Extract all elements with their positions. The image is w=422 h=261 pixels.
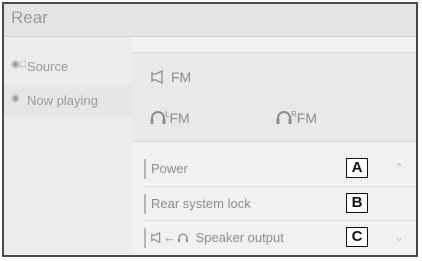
row-divider [144,159,146,179]
power-setting[interactable]: Power A ⌃ [132,152,416,186]
rear-system-lock-setting[interactable]: Rear system lock B [132,187,416,221]
sidebar-item-label: Source [27,59,69,74]
now-playing-panel: FM LFM RFM [132,52,416,142]
scroll-down-icon[interactable]: ⌄ [394,230,404,244]
scroll-up-icon[interactable]: ⌃ [394,161,404,175]
sidebar-item-source[interactable]: ◉□ Source [4,51,132,83]
sidebar: ◉□ Source ◉ Now playing [4,37,134,255]
callout-a: A [346,158,368,178]
headphone-right-label: FM [296,110,317,126]
headphone-icon [178,233,188,243]
play-icon: ◉ [11,93,20,104]
speaker-source-label: FM [171,69,192,85]
headphone-right-source: RFM [275,109,317,126]
speaker-output-row: ← Speaker output [151,230,284,245]
power-label: Power [151,161,188,176]
speaker-source: FM [151,69,191,85]
callout-b: B [346,193,368,213]
speaker-output-setting[interactable]: ← Speaker output C ⌄ [132,221,416,255]
rear-system-lock-label: Rear system lock [151,196,251,211]
row-divider [144,228,146,248]
source-icon: ◉□ [11,59,26,70]
title-bar: Rear [4,4,416,37]
headphone-left-source: LFM [149,109,190,126]
page-title: Rear [11,8,48,27]
speaker-output-label: Speaker output [195,230,284,245]
sidebar-item-now-playing[interactable]: ◉ Now playing [4,85,134,117]
headphone-left-label: FM [169,110,190,126]
callout-c: C [346,227,368,247]
speaker-icon [151,231,161,244]
row-divider [144,194,146,214]
arrow-left-icon: ← [163,230,176,245]
rear-screen: Rear ◉□ Source ◉ Now playing FM LFM RFM … [2,2,418,257]
sidebar-item-label: Now playing [27,93,98,108]
speaker-icon [151,69,163,85]
